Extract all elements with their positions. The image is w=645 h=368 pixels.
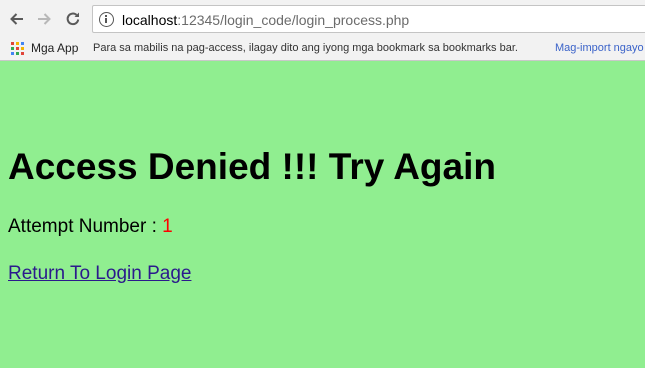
forward-button[interactable] [33,8,55,30]
return-to-login-link[interactable]: Return To Login Page [8,263,191,285]
apps-label[interactable]: Mga App [31,41,78,55]
attempt-label: Attempt Number : [8,216,163,237]
page-heading: Access Denied !!! Try Again [8,146,496,187]
bookmarks-hint: Para sa mabilis na pag-access, ilagay di… [93,42,518,54]
url-text: localhost:12345/login_code/login_process… [122,12,409,28]
reload-button[interactable] [62,8,84,30]
arrow-right-icon [38,13,51,25]
url-host: localhost [122,12,178,28]
bookmarks-bar: Mga App Para sa mabilis na pag-access, i… [0,36,645,61]
arrow-left-icon [10,13,23,25]
reload-icon [66,12,80,26]
attempt-number: 1 [162,216,173,237]
apps-grid-icon[interactable] [11,42,24,55]
attempt-line: Attempt Number : 1 [8,216,173,238]
address-bar[interactable]: localhost:12345/login_code/login_process… [92,5,645,33]
import-bookmarks-link[interactable]: Mag-import ngayo [555,42,644,54]
browser-toolbar: localhost:12345/login_code/login_process… [0,0,645,36]
info-icon[interactable] [99,12,114,27]
back-button[interactable] [6,8,28,30]
url-path: :12345/login_code/login_process.php [177,12,410,28]
